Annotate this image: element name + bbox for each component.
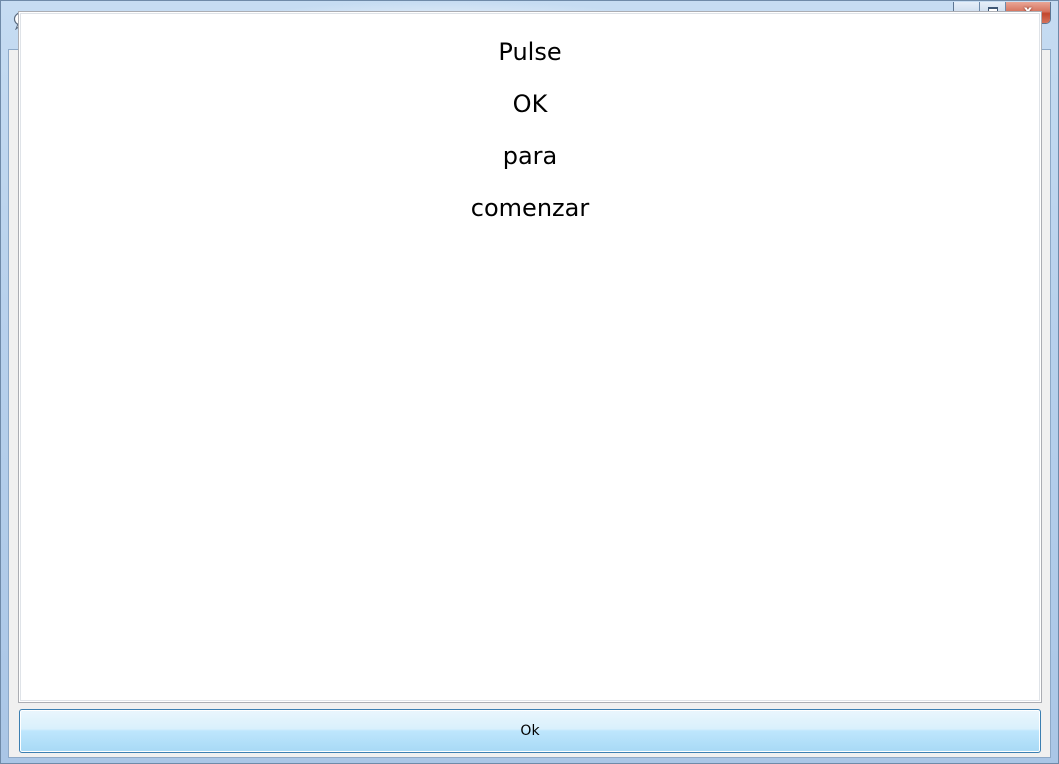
message-line: comenzar (470, 194, 590, 222)
message-line: para (502, 142, 558, 170)
message-panel: Pulse OK para comenzar (18, 11, 1042, 703)
message-line: Pulse (498, 38, 562, 66)
message-text: Pulse OK para comenzar (19, 26, 1041, 234)
message-line: OK (512, 90, 548, 118)
ok-button[interactable]: Ok (19, 709, 1041, 753)
dialog-window: x Pulse OK para comenzar Ok (0, 0, 1059, 764)
